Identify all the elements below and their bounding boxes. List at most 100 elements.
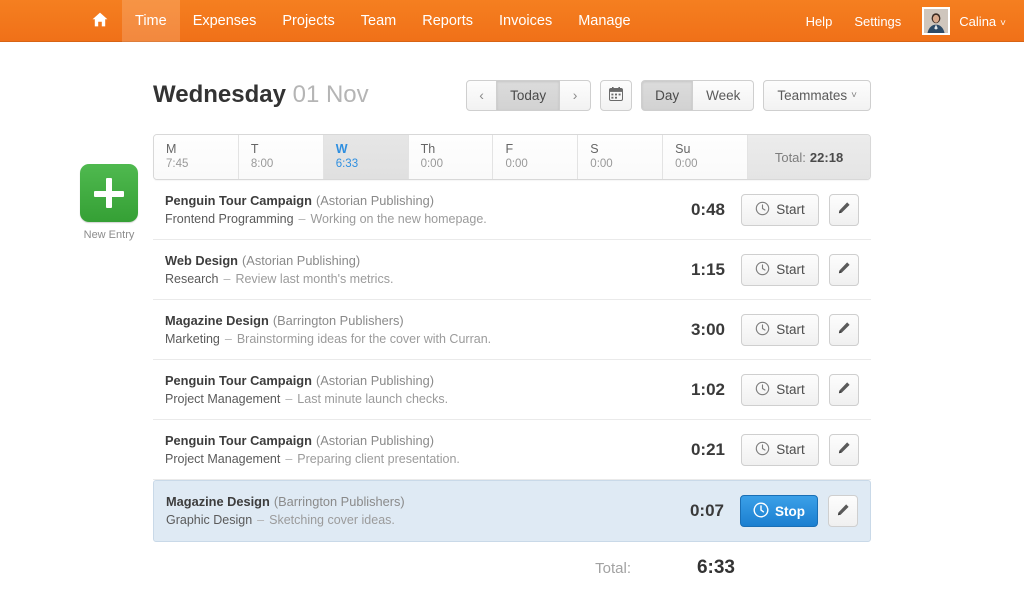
entry-client-name: (Barrington Publishers) <box>274 494 405 509</box>
nav-item-reports[interactable]: Reports <box>409 0 486 42</box>
day-total: 0:00 <box>505 157 577 172</box>
entry-project-name: Penguin Tour Campaign <box>165 433 312 448</box>
clock-icon <box>753 502 769 521</box>
nav-item-time[interactable]: Time <box>122 0 180 42</box>
entry-dash: – <box>224 272 231 286</box>
page-body: New Entry Wednesday 01 Nov ‹ Today › <box>0 42 1024 594</box>
entry-dash: – <box>285 452 292 466</box>
nav-item-invoices[interactable]: Invoices <box>486 0 565 42</box>
chevron-down-icon: ˅ <box>1000 18 1006 29</box>
new-entry-group: New Entry <box>80 164 138 241</box>
time-entry-row[interactable]: Penguin Tour Campaign(Astorian Publishin… <box>153 420 871 480</box>
clock-icon <box>755 441 770 459</box>
calendar-picker-button[interactable] <box>600 80 632 111</box>
day-cell-f[interactable]: F 0:00 <box>493 135 578 179</box>
entry-project-line: Penguin Tour Campaign(Astorian Publishin… <box>165 372 663 390</box>
clock-icon <box>755 201 770 219</box>
day-name: Su <box>675 141 747 157</box>
teammates-dropdown[interactable]: Teammates ˅ <box>763 80 871 111</box>
nav-home-button[interactable] <box>78 0 122 42</box>
entry-dash: – <box>299 212 306 226</box>
day-total-footer: Total: 6:33 <box>153 542 871 594</box>
entry-project-line: Web Design(Astorian Publishing) <box>165 252 663 270</box>
teammates-label: Teammates <box>777 88 847 103</box>
pencil-icon <box>836 503 850 520</box>
entry-info: Penguin Tour Campaign(Astorian Publishin… <box>165 372 663 408</box>
day-cell-s[interactable]: S 0:00 <box>578 135 663 179</box>
help-link[interactable]: Help <box>795 14 844 29</box>
entry-client-name: (Barrington Publishers) <box>273 313 404 328</box>
time-entry-row[interactable]: Penguin Tour Campaign(Astorian Publishin… <box>153 180 871 240</box>
avatar[interactable] <box>922 7 950 35</box>
start-timer-button[interactable]: Start <box>741 194 819 226</box>
edit-entry-button[interactable] <box>829 434 859 466</box>
entry-info: Magazine Design (Barrington Publishers) G… <box>166 493 662 529</box>
pencil-icon <box>837 441 851 458</box>
entry-duration: 0:48 <box>663 200 725 220</box>
edit-entry-button[interactable] <box>828 495 858 527</box>
entry-task-line: Marketing–Brainstorming ideas for the co… <box>165 330 663 348</box>
teammates-group: Teammates ˅ <box>763 80 871 111</box>
previous-day-button[interactable]: ‹ <box>466 80 497 111</box>
edit-entry-button[interactable] <box>829 194 859 226</box>
new-entry-button[interactable] <box>80 164 138 222</box>
time-entry-row[interactable]: Penguin Tour Campaign(Astorian Publishin… <box>153 360 871 420</box>
day-cell-w[interactable]: W 6:33 <box>324 135 409 179</box>
user-menu[interactable]: Calina ˅ <box>959 14 1006 29</box>
today-button[interactable]: Today <box>497 80 560 111</box>
entry-project-name: Magazine Design <box>165 313 269 328</box>
day-cell-su[interactable]: Su 0:00 <box>663 135 748 179</box>
start-timer-button[interactable]: Start <box>741 314 819 346</box>
timer-button-label: Start <box>776 382 805 397</box>
entry-client-name: (Astorian Publishing) <box>316 373 434 388</box>
nav-item-expenses[interactable]: Expenses <box>180 0 270 42</box>
day-cell-m[interactable]: M 7:45 <box>154 135 239 179</box>
start-timer-button[interactable]: Start <box>741 254 819 286</box>
settings-link[interactable]: Settings <box>843 14 912 29</box>
main-content: Wednesday 01 Nov ‹ Today › <box>153 72 871 594</box>
nav-item-projects[interactable]: Projects <box>269 0 347 42</box>
time-entry-row[interactable]: Web Design(Astorian Publishing) Research… <box>153 240 871 300</box>
entry-project-name: Magazine Design <box>166 494 270 509</box>
entry-info: Penguin Tour Campaign(Astorian Publishin… <box>165 192 663 228</box>
nav-item-label: Manage <box>578 14 630 29</box>
entry-duration: 0:07 <box>662 501 724 521</box>
view-week-button[interactable]: Week <box>693 80 754 111</box>
day-total: 8:00 <box>251 157 323 172</box>
edit-entry-button[interactable] <box>829 374 859 406</box>
top-navigation-bar: Time Expenses Projects Team Reports Invo… <box>0 0 1024 42</box>
entry-project-line: Penguin Tour Campaign(Astorian Publishin… <box>165 192 663 210</box>
entry-task-name: Frontend Programming <box>165 212 294 226</box>
next-day-button[interactable]: › <box>560 80 591 111</box>
timer-button-label: Start <box>776 202 805 217</box>
view-day-button[interactable]: Day <box>641 80 693 111</box>
entry-duration: 1:02 <box>663 380 725 400</box>
edit-entry-button[interactable] <box>829 254 859 286</box>
start-timer-button[interactable]: Start <box>741 434 819 466</box>
entry-client-name: (Astorian Publishing) <box>316 193 434 208</box>
clock-icon <box>755 381 770 399</box>
entry-task-name: Marketing <box>165 332 220 346</box>
header-toolbar: ‹ Today › <box>457 80 871 111</box>
entry-task-name: Project Management <box>165 392 280 406</box>
user-name-label: Calina <box>959 14 996 29</box>
day-cell-th[interactable]: Th 0:00 <box>409 135 494 179</box>
entry-project-line: Magazine Design (Barrington Publishers) <box>166 493 662 511</box>
day-cell-t[interactable]: T 8:00 <box>239 135 324 179</box>
nav-item-team[interactable]: Team <box>348 0 409 42</box>
page-title-day: Wednesday <box>153 81 286 108</box>
nav-item-label: Invoices <box>499 14 552 29</box>
start-timer-button[interactable]: Start <box>741 374 819 406</box>
entry-note: Working on the new homepage. <box>310 212 486 226</box>
entry-task-name: Graphic Design <box>166 513 252 527</box>
time-entry-row[interactable]: Magazine Design (Barrington Publishers) M… <box>153 300 871 360</box>
day-total-label: Total: <box>595 560 631 577</box>
entry-duration: 1:15 <box>663 260 725 280</box>
week-total-value: 22:18 <box>810 150 843 165</box>
day-name: F <box>505 141 577 157</box>
edit-entry-button[interactable] <box>829 314 859 346</box>
entry-note: Preparing client presentation. <box>297 452 460 466</box>
nav-item-manage[interactable]: Manage <box>565 0 643 42</box>
stop-timer-button[interactable]: Stop <box>740 495 818 527</box>
time-entry-row-active[interactable]: Magazine Design (Barrington Publishers) G… <box>153 480 871 542</box>
